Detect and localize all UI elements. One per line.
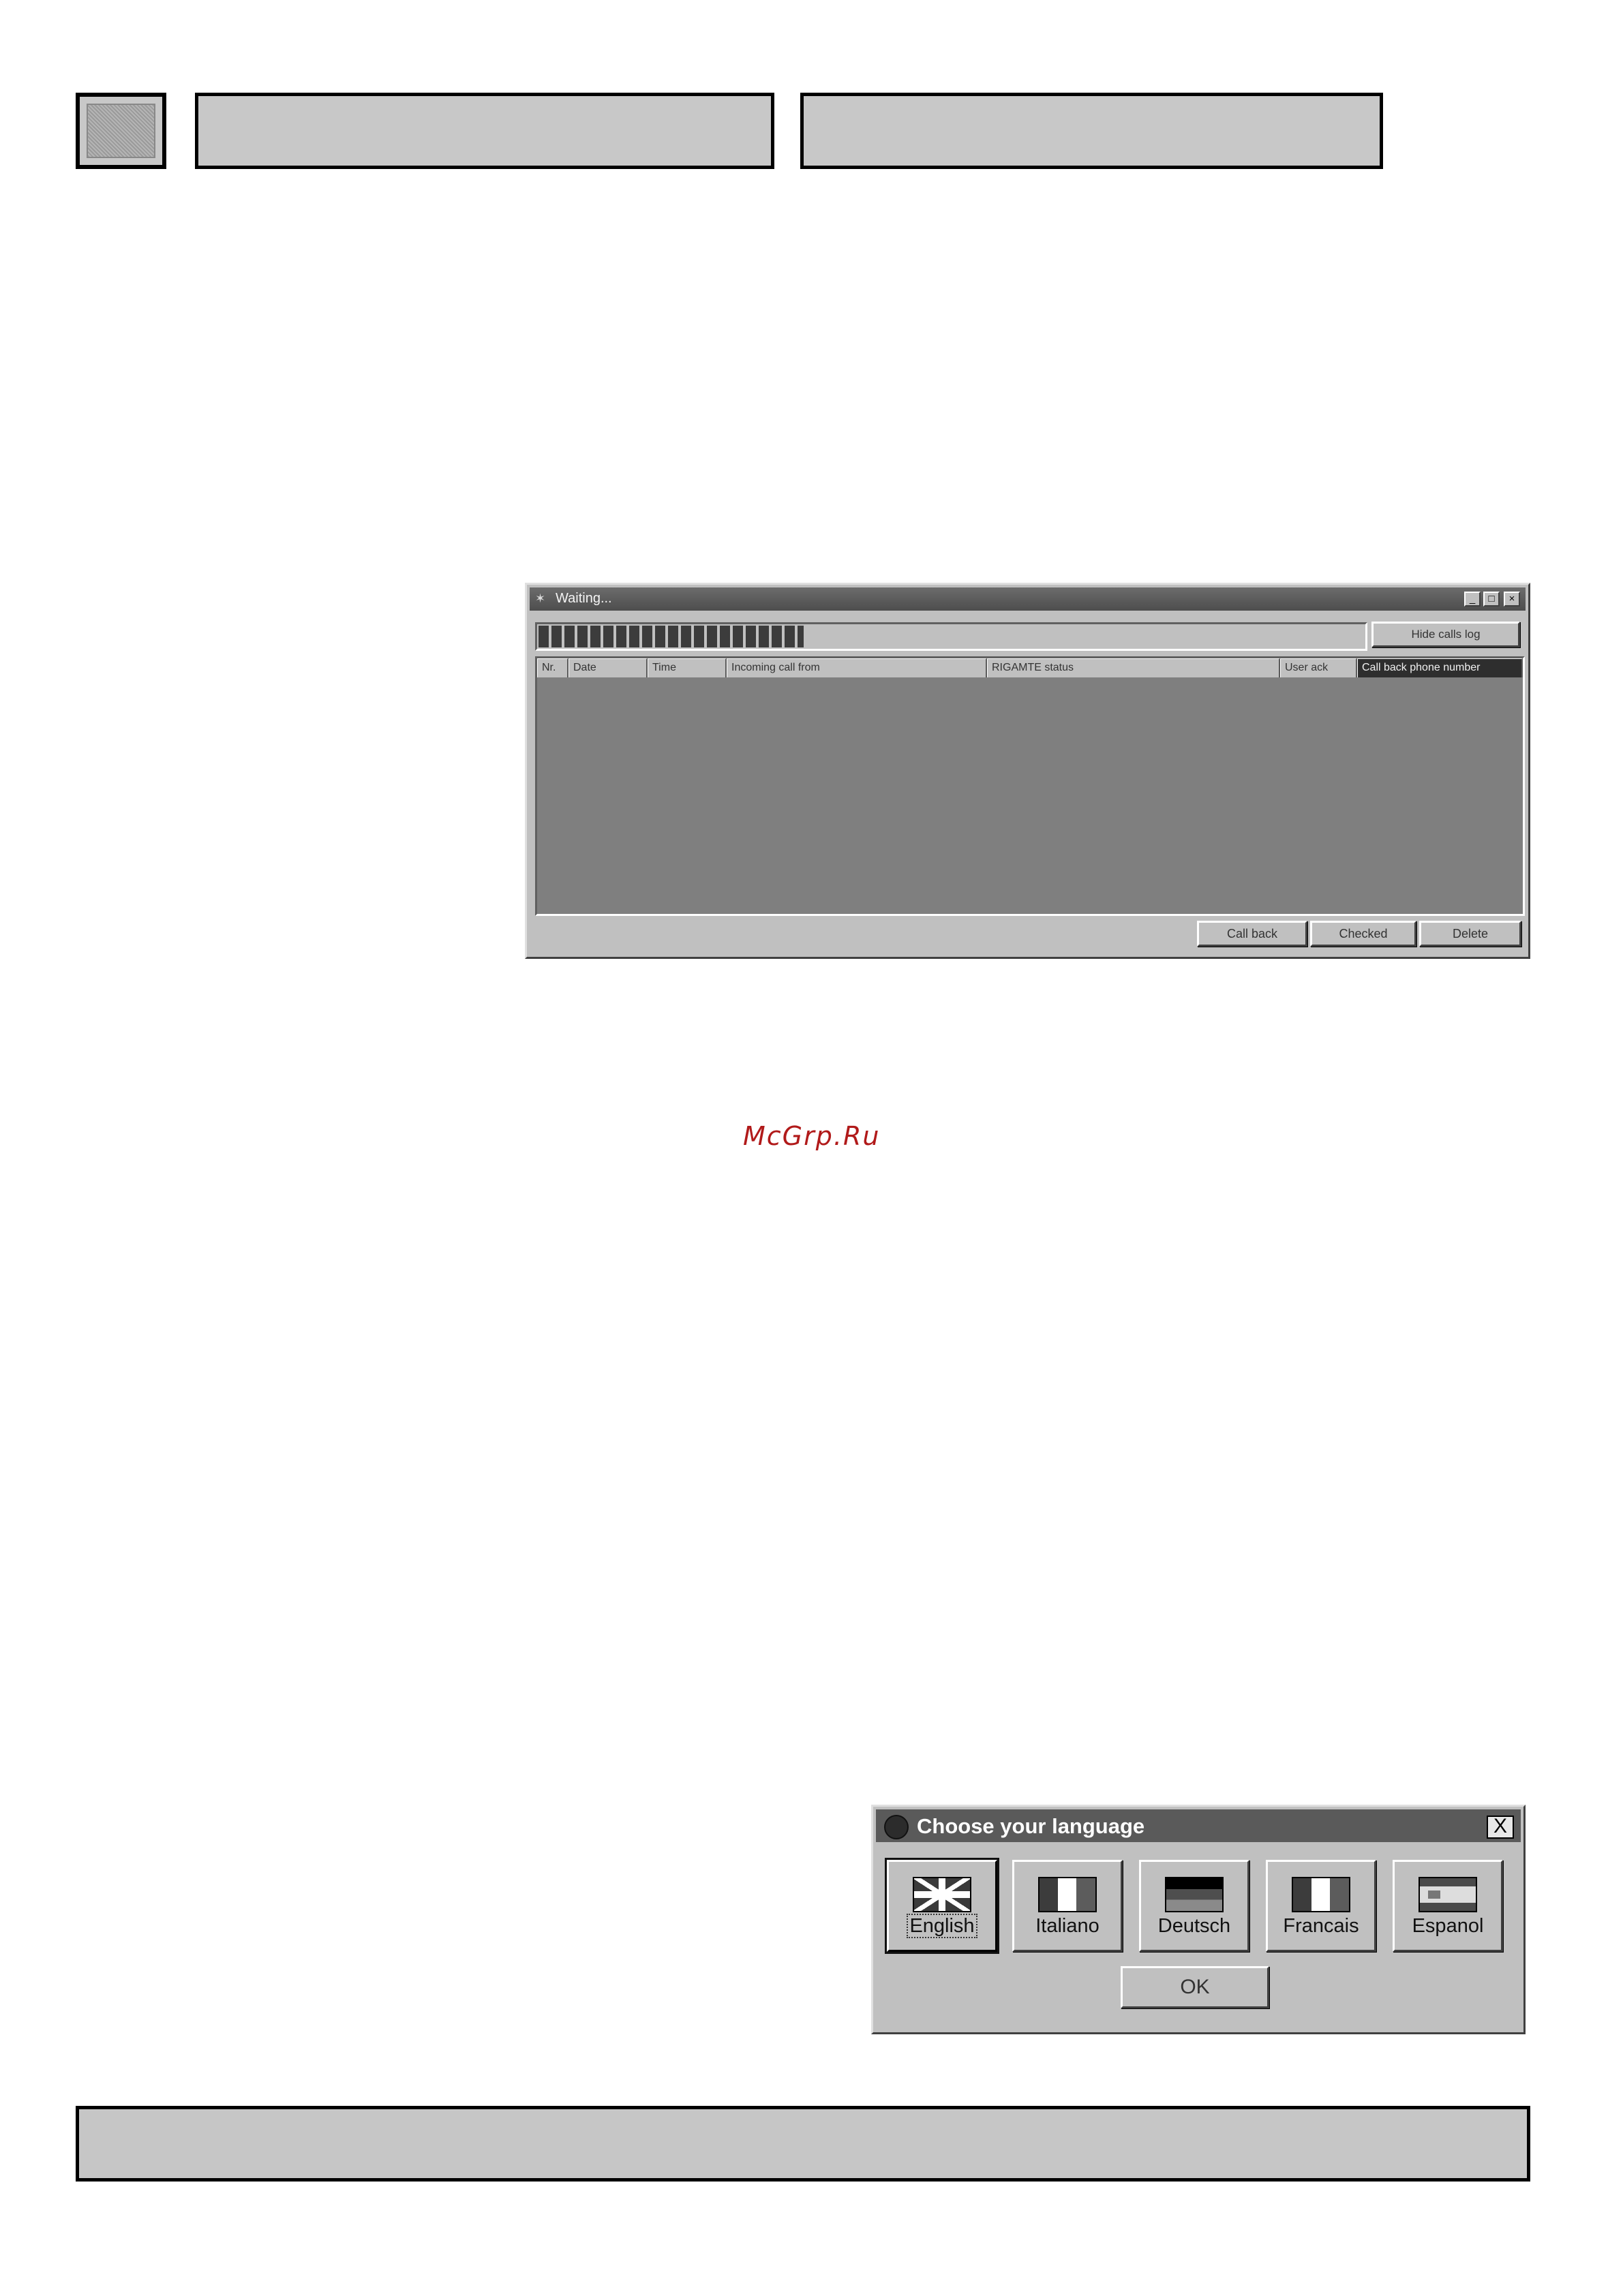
flag-fr-icon xyxy=(1292,1877,1350,1912)
column-header[interactable]: Call back phone number xyxy=(1357,658,1523,677)
progress-bar xyxy=(535,622,1367,651)
language-label: Deutsch xyxy=(1157,1915,1231,1937)
close-button[interactable]: X xyxy=(1487,1816,1514,1839)
progress-fill xyxy=(539,626,804,647)
flag-es-icon xyxy=(1419,1877,1477,1912)
language-button-francais[interactable]: Francais xyxy=(1266,1860,1376,1952)
globe-icon xyxy=(884,1815,909,1839)
hide-calls-log-button[interactable]: Hide calls log xyxy=(1371,622,1520,647)
waiting-window: ✶ Waiting... _ □ × Hide calls log Nr. Dat… xyxy=(525,583,1530,959)
header-bar-right xyxy=(800,93,1383,169)
language-label: Francais xyxy=(1283,1915,1359,1937)
flag-it-icon xyxy=(1038,1877,1097,1912)
column-header[interactable]: Time xyxy=(648,658,727,677)
footer-bar xyxy=(76,2106,1530,2182)
list-header: Nr. Date Time Incoming call from RIGAMTE sta… xyxy=(537,658,1523,677)
flag-uk-icon xyxy=(913,1877,971,1912)
checked-button[interactable]: Checked xyxy=(1310,921,1416,947)
watermark-text: McGrp.Ru xyxy=(743,1121,881,1151)
language-label: Italiano xyxy=(1035,1915,1099,1937)
column-header[interactable]: Nr. xyxy=(537,658,568,677)
column-header[interactable]: Incoming call from xyxy=(727,658,987,677)
language-label: English xyxy=(907,1914,977,1938)
flag-de-icon xyxy=(1165,1877,1224,1912)
column-header[interactable]: User ack xyxy=(1280,658,1357,677)
language-button-deutsch[interactable]: Deutsch xyxy=(1139,1860,1249,1952)
logo xyxy=(76,93,166,169)
calls-log-list[interactable]: Nr. Date Time Incoming call from RIGAMTE sta… xyxy=(535,656,1525,916)
call-back-button[interactable]: Call back xyxy=(1197,921,1307,947)
language-label: Espanol xyxy=(1412,1915,1484,1937)
language-button-italiano[interactable]: Italiano xyxy=(1012,1860,1123,1952)
language-titlebar[interactable]: Choose your language X xyxy=(876,1809,1521,1842)
ok-button[interactable]: OK xyxy=(1121,1966,1269,2008)
logo-graphic-icon xyxy=(87,104,155,158)
column-header[interactable]: RIGAMTE status xyxy=(987,658,1280,677)
column-header[interactable]: Date xyxy=(568,658,648,677)
maximize-button[interactable]: □ xyxy=(1483,592,1500,607)
app-icon: ✶ xyxy=(535,592,546,605)
window-title: Waiting... xyxy=(556,591,612,606)
close-button[interactable]: × xyxy=(1504,592,1520,607)
delete-button[interactable]: Delete xyxy=(1419,921,1521,947)
header-bar-left xyxy=(195,93,774,169)
language-dialog: Choose your language X English Italiano … xyxy=(871,1805,1526,2034)
dialog-title: Choose your language xyxy=(917,1814,1145,1838)
language-button-english[interactable]: English xyxy=(887,1860,997,1952)
waiting-titlebar[interactable]: ✶ Waiting... _ □ × xyxy=(530,587,1526,611)
minimize-button[interactable]: _ xyxy=(1464,592,1481,607)
language-button-espanol[interactable]: Espanol xyxy=(1393,1860,1503,1952)
